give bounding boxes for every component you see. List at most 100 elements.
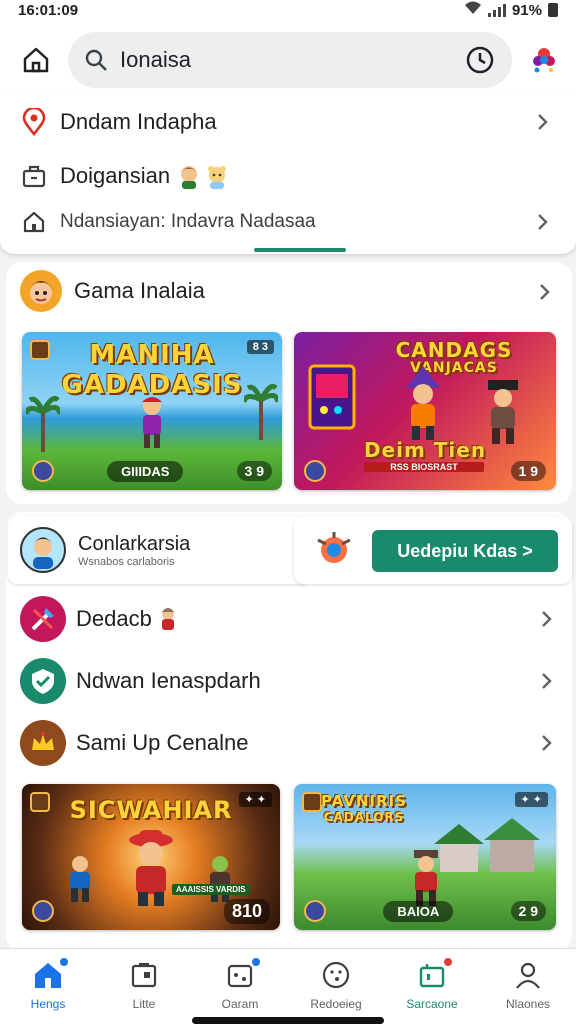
history-button[interactable]	[464, 44, 496, 76]
tile-score: 1 9	[510, 461, 546, 481]
chevron-right-icon	[542, 673, 552, 689]
home-outline-icon	[20, 208, 48, 236]
chevron-right-icon[interactable]	[532, 280, 556, 304]
gamepad-icon	[224, 956, 262, 991]
promo-action-box: Uedepiu Kdas >	[294, 516, 572, 584]
tile-score: 2 9	[510, 901, 546, 921]
account-button[interactable]	[524, 42, 564, 78]
crown-icon	[20, 720, 66, 766]
search-suggestions: Dndam Indapha Doigansian Ndansiayan: Ind…	[0, 96, 576, 254]
nav-home[interactable]: Hengs	[0, 949, 96, 1024]
tile-footer: GIIIDAS 3 9	[22, 452, 282, 490]
notification-dot	[58, 956, 70, 968]
arcade-machine-icon	[308, 364, 356, 430]
battery-text: 91%	[511, 1, 542, 19]
promo-text: Conlarkarsia Wsnabos carlaboris	[78, 533, 190, 568]
character-avatar-icon	[176, 163, 230, 189]
power-icon	[32, 900, 54, 922]
promo-avatar	[20, 527, 66, 573]
power-icon	[304, 900, 326, 922]
list-item-label: Dedacb	[76, 606, 152, 631]
tile-score: 3 9	[236, 461, 272, 481]
shield-check-icon	[20, 658, 66, 704]
top-bar: Ionaisa	[0, 20, 576, 102]
nav-store[interactable]: Sarcaone	[384, 949, 480, 1024]
pirate-character-icon	[488, 380, 518, 444]
list-item[interactable]: Ndwan Ienaspdarh	[8, 652, 572, 710]
game-tile[interactable]: ✦ ✦ SICWAHIAR AAAISSIS VARDIS 810	[22, 784, 280, 930]
tile-pill: GIIIDAS	[107, 460, 184, 482]
chevron-right-icon	[538, 214, 548, 230]
tile-footer: 810	[22, 892, 280, 930]
power-icon	[32, 460, 54, 482]
briefcase-icon	[20, 162, 48, 190]
suggestion-label: Dndam Indapha	[60, 109, 217, 134]
store-icon	[416, 956, 454, 991]
library-icon	[128, 959, 160, 991]
wizard-character-icon	[406, 366, 440, 440]
tile-title: SICWAHIAR	[69, 796, 233, 824]
hero-character-icon	[142, 397, 162, 448]
battery-icon	[548, 3, 558, 17]
nav-label: Redoeieg	[310, 997, 362, 1011]
home-filled-icon	[32, 956, 70, 991]
wifi-icon	[464, 1, 482, 19]
game-tile[interactable]: CANDAGS VANJACAS Deim Tien RSS BIOSRAST …	[294, 332, 556, 490]
tile-title: MANIHA	[89, 340, 215, 370]
tile-footer: BAIOA 2 9	[294, 892, 556, 930]
nav-discover[interactable]: Redoeieg	[288, 949, 384, 1024]
nav-label: Hengs	[30, 997, 66, 1011]
search-icon	[85, 49, 107, 71]
games-section-header[interactable]: Gama Inalaia	[20, 270, 205, 312]
flower-badge-icon	[533, 48, 555, 73]
promo-title: Conlarkarsia	[78, 532, 191, 555]
nav-profile[interactable]: Nlaones	[480, 949, 576, 1024]
game-tile[interactable]: ✦ ✦ PAVNIRIS CADALORS BAIOA 2 9	[294, 784, 556, 930]
chevron-right-icon	[542, 735, 552, 751]
nav-label: Sarcaone	[406, 997, 458, 1011]
emoji-face-icon	[320, 959, 352, 991]
tile-title-2: CADALORS	[323, 810, 405, 824]
nav-library[interactable]: Litte	[96, 949, 192, 1024]
nav-label: Oaram	[221, 997, 259, 1011]
games-card: Gama Inalaia 8 3 MANIHA GADADASIS GIIIDA…	[6, 262, 572, 504]
game-badge-icon	[317, 532, 351, 563]
status-time: 16:01:09	[18, 1, 79, 19]
home-button[interactable]	[18, 42, 54, 78]
list-item-label: Sami Up Cenalne	[76, 730, 249, 755]
small-character-icon	[161, 608, 174, 630]
tile-tag: ✦ ✦	[514, 792, 548, 807]
nav-games[interactable]: Oaram	[192, 949, 288, 1024]
chevron-right-icon	[542, 611, 552, 627]
promo-cta-button[interactable]: Uedepiu Kdas >	[372, 530, 558, 572]
home-icon	[23, 47, 49, 73]
bottom-navigation: Hengs Litte Oaram Redoeieg Sarcaone Nlao…	[0, 948, 576, 1024]
list-item[interactable]: Dedacb	[8, 590, 572, 648]
list-item[interactable]: Sami Up Cenalne	[8, 714, 572, 772]
nav-label: Litte	[132, 997, 156, 1011]
notification-dot	[442, 956, 454, 968]
palm-tree-icon	[244, 384, 278, 440]
status-icons: 91%	[464, 1, 558, 19]
power-icon	[304, 460, 326, 482]
promo-profile[interactable]: Conlarkarsia Wsnabos carlaboris	[8, 516, 310, 584]
active-indicator	[254, 248, 346, 252]
profile-avatar-icon	[20, 527, 66, 573]
suggestion-label: Doigansian	[60, 163, 171, 188]
status-bar: 16:01:09 91%	[0, 0, 576, 20]
suggestion-row[interactable]: Doigansian	[0, 150, 576, 202]
tile-score: 810	[223, 898, 270, 924]
clock-icon	[466, 46, 494, 74]
tile-pill: BAIOA	[383, 900, 454, 922]
tile-title-2: VANJACAS	[410, 360, 498, 376]
tile-title: PAVNIRIS	[321, 792, 407, 810]
game-tile[interactable]: 8 3 MANIHA GADADASIS GIIIDAS 3 9	[22, 332, 282, 490]
person-icon	[512, 959, 544, 991]
game-avatar-icon	[20, 270, 62, 312]
gesture-bar[interactable]	[192, 1017, 384, 1024]
search-input[interactable]: Ionaisa	[120, 47, 464, 73]
suggestion-row[interactable]: Ndansiayan: Indavra Nadasaa	[0, 196, 576, 248]
location-pin-icon	[20, 108, 48, 136]
suggestion-row[interactable]: Dndam Indapha	[0, 96, 576, 148]
search-bar[interactable]: Ionaisa	[68, 32, 512, 88]
